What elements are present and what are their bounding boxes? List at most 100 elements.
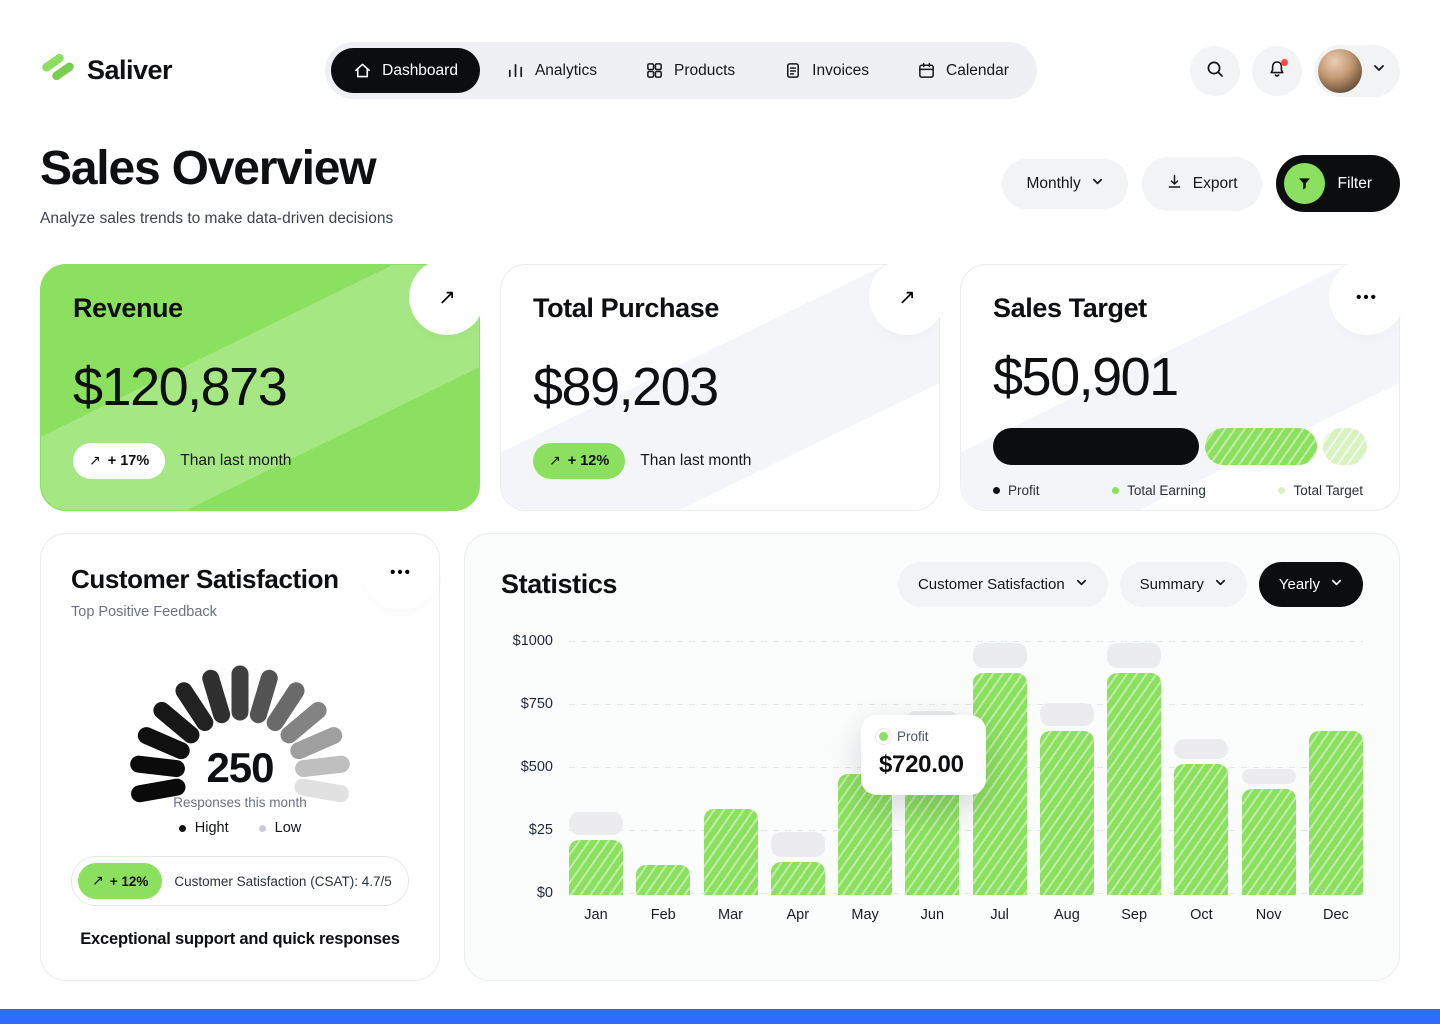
revenue-note: Than last month [180, 452, 291, 470]
gauge-caption: Responses this month [80, 795, 400, 810]
target-progress-target [1323, 428, 1367, 465]
chevron-down-icon [1091, 175, 1104, 193]
legend-item-total-earning: Total Earning [1112, 483, 1206, 498]
y-axis-label: $1000 [513, 633, 553, 649]
y-axis-label: $25 [529, 822, 553, 838]
bar-nov[interactable] [1242, 789, 1296, 895]
download-icon [1166, 173, 1183, 195]
purchase-open-button[interactable]: ↗ [879, 269, 935, 325]
satisfaction-gauge: 250 Responses this month [80, 624, 400, 804]
bar-jan[interactable] [569, 840, 623, 895]
bar-chart: $1000$750$500$25$0 JanFebMarAprMayJunJul… [501, 641, 1363, 923]
nav-label: Dashboard [382, 62, 458, 80]
bar-sep[interactable] [1107, 673, 1161, 895]
bar-column-mar[interactable]: Mar [704, 643, 758, 923]
nav-label: Invoices [812, 62, 869, 80]
bar-ghost-cap [973, 643, 1027, 668]
chevron-down-icon [1075, 576, 1088, 593]
brand-logo[interactable]: Saliver [40, 49, 172, 92]
bar-column-aug[interactable]: Aug [1040, 643, 1094, 923]
sales-target-more-button[interactable]: ••• [1339, 269, 1395, 325]
y-axis: $1000$750$500$25$0 [501, 641, 553, 893]
nav-item-calendar[interactable]: Calendar [895, 48, 1031, 93]
metric-dropdown[interactable]: Customer Satisfaction [898, 562, 1108, 607]
satisfaction-title: Customer Satisfaction [71, 564, 409, 595]
page-title: Sales Overview [40, 141, 393, 196]
satisfaction-subtitle: Top Positive Feedback [71, 604, 409, 620]
purchase-value: $89,203 [533, 356, 907, 418]
nav-item-analytics[interactable]: Analytics [484, 48, 619, 93]
saliver-logo-icon [40, 49, 76, 92]
x-axis-label: Aug [1054, 907, 1080, 923]
bottom-row: ••• Customer Satisfaction Top Positive F… [40, 533, 1400, 981]
nav-item-dashboard[interactable]: Dashboard [331, 48, 480, 93]
bar-oct[interactable] [1174, 764, 1228, 895]
gauge-segment [211, 678, 222, 714]
bar-aug[interactable] [1040, 731, 1094, 895]
bar-mar[interactable] [704, 809, 758, 895]
target-progress-earning [1205, 428, 1317, 465]
user-menu[interactable] [1314, 45, 1400, 97]
chevron-down-icon [1372, 61, 1386, 80]
bar-ghost-cap [1174, 739, 1228, 759]
chart-plot-area: JanFebMarAprMayJunJulAugSepOctNovDec Pro… [569, 641, 1363, 923]
export-button[interactable]: Export [1142, 157, 1262, 211]
revenue-value: $120,873 [73, 356, 447, 418]
mode-dropdown[interactable]: Summary [1120, 562, 1247, 607]
satisfaction-legend: Hight Low [71, 820, 409, 836]
legend-item-low: Low [259, 820, 302, 836]
x-axis-label: Nov [1256, 907, 1282, 923]
range-dropdown[interactable]: Yearly [1259, 562, 1363, 607]
period-dropdown[interactable]: Monthly [1002, 159, 1127, 209]
period-value: Monthly [1026, 175, 1080, 193]
nav-item-products[interactable]: Products [623, 48, 757, 93]
page-header: Sales Overview Analyze sales trends to m… [40, 141, 1400, 228]
bar-column-apr[interactable]: Apr [771, 643, 825, 923]
bar-ghost-cap [771, 832, 825, 857]
dashboard-page: Saliver Dashboard Analytics [0, 0, 1440, 981]
x-axis-label: Feb [651, 907, 676, 923]
revenue-title: Revenue [73, 293, 447, 324]
y-axis-label: $0 [537, 885, 553, 901]
bar-dec[interactable] [1309, 731, 1363, 895]
bar-feb[interactable] [636, 865, 690, 895]
bar-apr[interactable] [771, 862, 825, 895]
bottom-accent-bar [0, 1009, 1440, 1024]
bar-column-jan[interactable]: Jan [569, 643, 623, 923]
filter-button[interactable]: Filter [1276, 155, 1400, 212]
revenue-open-button[interactable]: ↗ [419, 269, 475, 325]
statistics-card: Statistics Customer Satisfaction Summary… [464, 533, 1400, 981]
calendar-icon [917, 61, 936, 80]
brand-name: Saliver [87, 55, 172, 86]
sales-target-card: ••• Sales Target $50,901 Profit Total Ea… [960, 264, 1400, 511]
csat-badge: ↗+ 12% [78, 863, 162, 899]
purchase-title: Total Purchase [533, 293, 907, 324]
bar-ghost-cap [1242, 769, 1296, 784]
export-label: Export [1193, 175, 1238, 193]
bar-column-feb[interactable]: Feb [636, 643, 690, 923]
gauge-segment [258, 678, 269, 714]
avatar [1318, 49, 1362, 93]
bar-column-nov[interactable]: Nov [1242, 643, 1296, 923]
legend-item-high: Hight [179, 820, 229, 836]
x-axis-label: Dec [1323, 907, 1349, 923]
x-axis-label: Sep [1121, 907, 1147, 923]
statistics-title: Statistics [501, 569, 617, 600]
legend-item-profit: Profit [993, 483, 1040, 498]
bar-ghost-cap [1107, 643, 1161, 668]
bar-column-dec[interactable]: Dec [1309, 643, 1363, 923]
gauge-segment [275, 691, 296, 723]
bar-column-oct[interactable]: Oct [1174, 643, 1228, 923]
sales-target-value: $50,901 [993, 346, 1367, 408]
home-icon [353, 61, 372, 80]
sales-target-progress [993, 428, 1367, 465]
nav-item-invoices[interactable]: Invoices [761, 48, 891, 93]
x-axis-label: Mar [718, 907, 743, 923]
bar-ghost-cap [569, 812, 623, 835]
satisfaction-more-button[interactable]: ••• [373, 544, 429, 600]
notifications-button[interactable] [1252, 46, 1302, 96]
x-axis-label: Oct [1190, 907, 1213, 923]
sales-target-title: Sales Target [993, 293, 1367, 324]
bar-column-sep[interactable]: Sep [1107, 643, 1161, 923]
search-button[interactable] [1190, 46, 1240, 96]
